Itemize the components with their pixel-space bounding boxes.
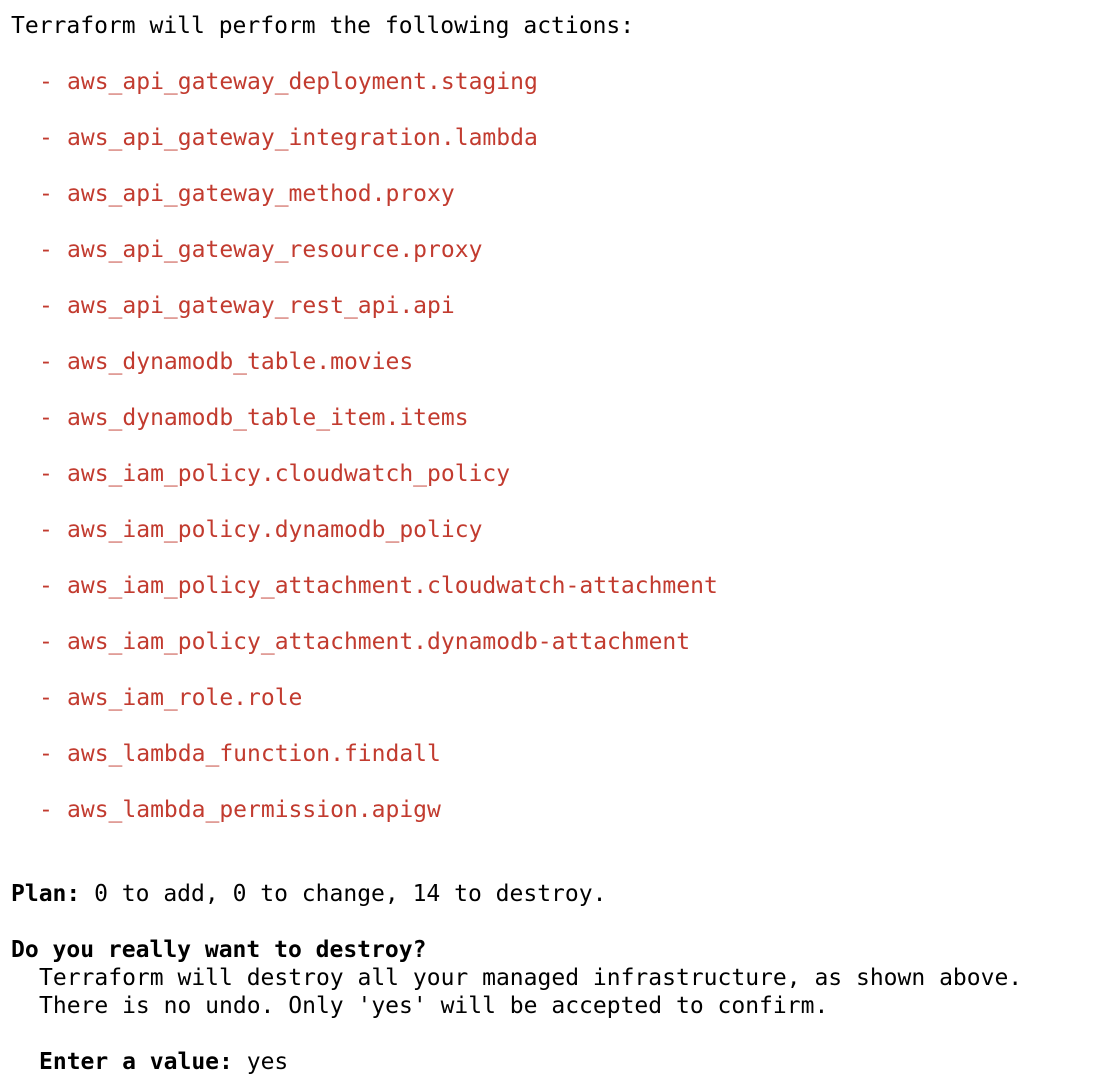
resource-item: - aws_api_gateway_rest_api.api xyxy=(39,292,455,320)
plan-counts: 0 to add, 0 to change, 14 to destroy. xyxy=(80,881,607,907)
resource-name: aws_api_gateway_rest_api.api xyxy=(67,293,455,319)
resource-item: - aws_api_gateway_resource.proxy xyxy=(39,236,482,264)
destroy-marker: - xyxy=(39,797,53,823)
resource-name: aws_api_gateway_integration.lambda xyxy=(67,125,538,151)
resource-item: - aws_api_gateway_integration.lambda xyxy=(39,124,538,152)
resource-item: - aws_dynamodb_table.movies xyxy=(39,348,413,376)
destroy-marker: - xyxy=(39,405,53,431)
resource-item: - aws_iam_policy_attachment.dynamodb-atta… xyxy=(39,628,690,656)
resource-item: - aws_api_gateway_method.proxy xyxy=(39,180,455,208)
resource-item: - aws_lambda_function.findall xyxy=(39,740,441,768)
resource-name: aws_dynamodb_table.movies xyxy=(67,349,414,375)
resource-item: - aws_dynamodb_table_item.items xyxy=(39,404,469,432)
resource-name: aws_iam_policy_attachment.cloudwatch-att… xyxy=(67,573,718,599)
resource-name: aws_iam_policy.dynamodb_policy xyxy=(67,517,483,543)
resource-item: - aws_api_gateway_deployment.staging xyxy=(39,68,538,96)
destroy-marker: - xyxy=(39,125,53,151)
destroy-marker: - xyxy=(39,629,53,655)
resource-item: - aws_iam_policy.cloudwatch_policy xyxy=(39,460,510,488)
confirm-prompt[interactable]: Enter a value: yes xyxy=(39,1048,288,1076)
resource-name: aws_lambda_function.findall xyxy=(67,741,441,767)
destroy-marker: - xyxy=(39,293,53,319)
destroy-marker: - xyxy=(39,573,53,599)
resource-name: aws_api_gateway_resource.proxy xyxy=(67,237,483,263)
resource-name: aws_api_gateway_deployment.staging xyxy=(67,69,538,95)
destroy-marker: - xyxy=(39,517,53,543)
prompt-input-value[interactable]: yes xyxy=(233,1049,289,1075)
destroy-marker: - xyxy=(39,741,53,767)
destroy-marker: - xyxy=(39,349,53,375)
destroy-marker: - xyxy=(39,461,53,487)
resource-name: aws_iam_role.role xyxy=(67,685,303,711)
prompt-label: Enter a value: xyxy=(39,1049,233,1075)
resource-item: - aws_iam_role.role xyxy=(39,684,302,712)
destroy-warning-line: There is no undo. Only 'yes' will be acc… xyxy=(39,993,829,1019)
resource-name: aws_lambda_permission.apigw xyxy=(67,797,441,823)
resource-name: aws_dynamodb_table_item.items xyxy=(67,405,469,431)
terminal-window: Terraform will perform the following act… xyxy=(11,0,1111,1084)
destroy-marker: - xyxy=(39,237,53,263)
plan-summary: Plan: 0 to add, 0 to change, 14 to destr… xyxy=(11,880,606,908)
plan-label: Plan: xyxy=(11,881,81,907)
destroy-warning-line: Terraform will destroy all your managed … xyxy=(39,965,1023,991)
resource-item: - aws_iam_policy_attachment.cloudwatch-at… xyxy=(39,572,718,600)
resource-item: - aws_lambda_permission.apigw xyxy=(39,796,441,824)
destroy-question: Do you really want to destroy? xyxy=(11,937,427,963)
resource-name: aws_api_gateway_method.proxy xyxy=(67,181,455,207)
resource-item: - aws_iam_policy.dynamodb_policy xyxy=(39,516,482,544)
resource-name: aws_iam_policy_attachment.dynamodb-attac… xyxy=(67,629,691,655)
resource-name: aws_iam_policy.cloudwatch_policy xyxy=(67,461,511,487)
destroy-marker: - xyxy=(39,181,53,207)
destroy-marker: - xyxy=(39,685,53,711)
destroy-marker: - xyxy=(39,69,53,95)
header-line: Terraform will perform the following act… xyxy=(11,13,635,39)
